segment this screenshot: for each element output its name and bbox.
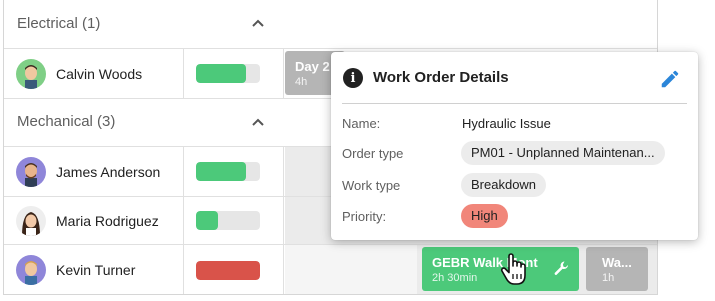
- field-label-priority: Priority:: [342, 209, 387, 224]
- event-duration: 4h: [295, 76, 308, 88]
- technician-cell[interactable]: Calvin Woods: [4, 49, 184, 98]
- technician-name: Calvin Woods: [56, 65, 143, 82]
- avatar: [16, 58, 46, 89]
- capacity-fill: [196, 64, 246, 83]
- field-label-work-type: Work type: [342, 178, 401, 193]
- technician-cell[interactable]: James Anderson: [4, 147, 184, 196]
- capacity-cell: [184, 147, 284, 196]
- avatar: [16, 156, 46, 187]
- edit-pencil-icon[interactable]: [659, 68, 681, 90]
- capacity-bar: [196, 260, 260, 280]
- capacity-cell: [184, 197, 284, 244]
- hand-pointer-icon: [500, 253, 526, 285]
- field-value-name: Hydraulic Issue: [462, 116, 551, 131]
- priority-chip: High: [461, 204, 508, 228]
- capacity-cell: [184, 49, 284, 98]
- technician-cell[interactable]: Maria Rodriguez: [4, 197, 184, 244]
- chevron-up-icon[interactable]: [250, 114, 266, 130]
- chevron-up-icon[interactable]: [250, 15, 266, 31]
- popup-title: Work Order Details: [373, 69, 509, 86]
- technician-name: James Anderson: [56, 163, 161, 180]
- capacity-cell: [184, 245, 284, 294]
- order-type-chip: PM01 - Unplanned Maintenan...: [461, 141, 665, 165]
- capacity-fill: [196, 162, 246, 181]
- event-title: Day 2: [295, 59, 330, 74]
- capacity-bar: [196, 211, 260, 230]
- capacity-bar: [196, 162, 260, 181]
- info-icon: i: [343, 68, 363, 88]
- group-label: Electrical (1): [17, 14, 101, 32]
- capacity-fill: [196, 211, 219, 230]
- technician-name: Kevin Turner: [56, 262, 136, 278]
- event-title: Wa...: [602, 255, 632, 270]
- event-wa[interactable]: Wa... 1h: [586, 247, 648, 291]
- work-type-chip: Breakdown: [461, 173, 547, 197]
- work-order-popup: i Work Order Details Name: Hydraulic Iss…: [331, 52, 698, 240]
- field-label-order-type: Order type: [342, 146, 404, 161]
- field-label-name: Name:: [342, 116, 381, 131]
- technician-cell[interactable]: Kevin Turner: [4, 245, 184, 294]
- avatar: [16, 205, 46, 236]
- popup-header: i Work Order Details: [342, 68, 687, 104]
- technician-name: Maria Rodriguez: [56, 212, 159, 229]
- capacity-bar: [196, 64, 260, 83]
- group-header-electrical[interactable]: Electrical (1): [4, 0, 657, 46]
- capacity-fill: [196, 260, 260, 280]
- wrench-icon: [554, 261, 568, 275]
- timeline-available-slot: [285, 245, 417, 294]
- avatar: [16, 255, 46, 285]
- event-duration: 1h: [602, 272, 615, 284]
- group-label: Mechanical (3): [17, 113, 116, 130]
